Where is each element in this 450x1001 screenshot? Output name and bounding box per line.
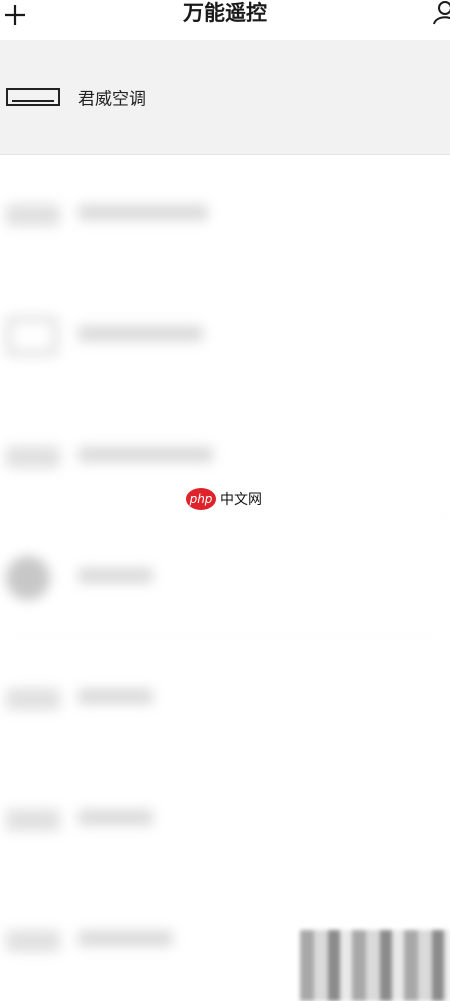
device-label-obscured xyxy=(78,809,153,831)
tv-icon xyxy=(6,316,58,356)
air-conditioner-icon xyxy=(6,88,60,106)
watermark: php 中文网 xyxy=(186,488,262,510)
device-row-obscured[interactable] xyxy=(0,518,450,639)
fan-icon xyxy=(6,556,50,600)
device-placeholder-icon xyxy=(6,930,60,952)
device-placeholder-icon xyxy=(6,809,60,831)
device-list: 君威空调 xyxy=(0,40,450,1001)
device-row-obscured[interactable] xyxy=(0,639,450,760)
user-button[interactable] xyxy=(432,0,450,26)
device-label-obscured xyxy=(78,930,173,952)
watermark-logo: php xyxy=(186,488,216,510)
device-placeholder-icon xyxy=(6,446,60,468)
watermark-text: 中文网 xyxy=(220,492,262,508)
device-label-obscured xyxy=(78,688,153,710)
device-label: 君威空调 xyxy=(78,89,146,110)
device-row-obscured[interactable] xyxy=(0,155,450,276)
device-label-obscured xyxy=(78,204,208,226)
device-placeholder-icon xyxy=(6,204,60,226)
device-row-junwei-ac[interactable]: 君威空调 xyxy=(0,40,450,155)
mosaic-redaction xyxy=(300,930,450,1001)
device-row-obscured[interactable] xyxy=(0,760,450,881)
device-row-obscured[interactable] xyxy=(0,276,450,397)
user-icon xyxy=(433,1,450,25)
device-label-obscured xyxy=(78,325,203,347)
page-title: 万能遥控 xyxy=(183,1,267,25)
device-label-obscured xyxy=(78,446,213,468)
device-label-obscured xyxy=(78,567,153,589)
device-placeholder-icon xyxy=(6,688,60,710)
app-header: 万能遥控 xyxy=(0,0,450,40)
